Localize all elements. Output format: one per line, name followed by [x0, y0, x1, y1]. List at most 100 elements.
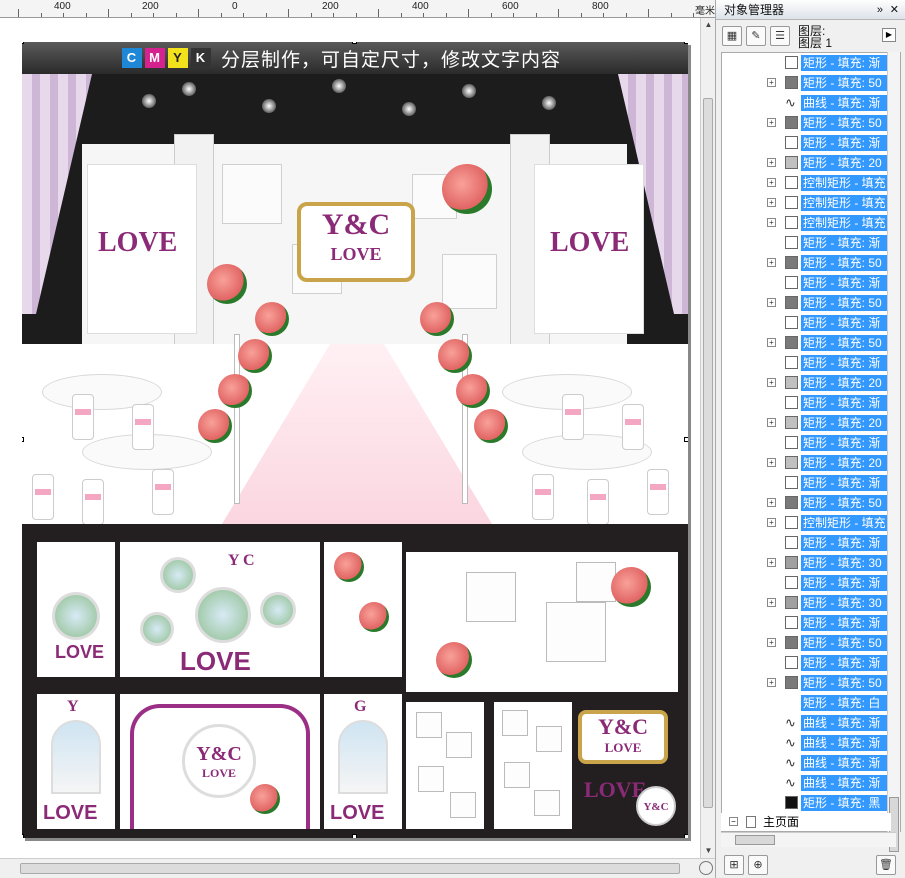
sign-panel-1[interactable]: LOVE [37, 542, 115, 677]
object-row[interactable]: + 控制矩形 - 填充 [722, 193, 900, 213]
yc-badge[interactable]: Y&C [636, 786, 676, 826]
expand-toggle[interactable]: + [767, 118, 776, 127]
expand-toggle[interactable]: + [767, 178, 776, 187]
object-row[interactable]: ∿ 曲线 - 填充: 渐 [722, 713, 900, 733]
expand-toggle[interactable]: + [767, 158, 776, 167]
tile-panel-1[interactable] [406, 702, 484, 829]
object-row[interactable]: + 矩形 - 填充: 50 [722, 493, 900, 513]
expand-toggle[interactable]: + [767, 258, 776, 267]
object-row[interactable]: + 矩形 - 填充: 50 [722, 633, 900, 653]
scroll-down-arrow[interactable]: ▼ [701, 844, 716, 858]
new-layer-icon[interactable]: ⊞ [724, 855, 744, 875]
close-icon[interactable]: ✕ [890, 0, 899, 20]
object-manager-docker[interactable]: 对象管理器 » ✕ ▦ ✎ ☰ 图层: 图层 1 ▶ 矩形 - 填充: 渐 + 矩形… [715, 0, 905, 878]
expand-toggle[interactable]: + [767, 418, 776, 427]
canvas-horizontal-scrollbar[interactable] [0, 858, 715, 878]
expand-toggle[interactable]: + [767, 598, 776, 607]
new-master-layer-icon[interactable]: ⊕ [748, 855, 768, 875]
collapse-icon[interactable]: » [877, 0, 883, 20]
selection-handle[interactable] [684, 42, 688, 44]
canvas-vertical-scrollbar[interactable]: ▲ ▼ [700, 18, 715, 858]
object-row[interactable]: 矩形 - 填充: 渐 [722, 433, 900, 453]
object-row[interactable]: + 矩形 - 填充: 50 [722, 253, 900, 273]
zoom-icon[interactable] [699, 861, 713, 875]
drawing-canvas[interactable]: CMYK 分层制作，可自定尺寸，修改文字内容 LOVE LOVE Y&C LOV… [0, 18, 700, 858]
object-row[interactable]: + 矩形 - 填充: 20 [722, 153, 900, 173]
expand-toggle[interactable]: + [767, 678, 776, 687]
expand-toggle[interactable]: + [767, 558, 776, 567]
selection-handle[interactable] [684, 437, 688, 442]
object-row[interactable]: 矩形 - 填充: 渐 [722, 313, 900, 333]
wedding-design-artboard[interactable]: CMYK 分层制作，可自定尺寸，修改文字内容 LOVE LOVE Y&C LOV… [22, 42, 688, 838]
expand-toggle[interactable]: + [767, 458, 776, 467]
expand-toggle[interactable]: + [767, 78, 776, 87]
object-row[interactable]: 矩形 - 填充: 渐 [722, 133, 900, 153]
object-row[interactable]: + 矩形 - 填充: 20 [722, 373, 900, 393]
expand-toggle[interactable]: + [767, 218, 776, 227]
object-row[interactable]: 矩形 - 填充: 渐 [722, 613, 900, 633]
object-row[interactable]: ∿ 曲线 - 填充: 渐 [722, 753, 900, 773]
expand-toggle[interactable]: + [767, 518, 776, 527]
delete-icon[interactable]: 🗑 [876, 855, 896, 875]
horizontal-ruler[interactable]: 400 200 0 200 400 600 800 毫米 [0, 0, 715, 18]
selection-handle[interactable] [352, 42, 357, 44]
object-row[interactable]: + 控制矩形 - 填充 [722, 173, 900, 193]
arch-photo-panel-1[interactable]: Y LOVE [37, 694, 115, 829]
backdrop-design-panel[interactable] [406, 552, 678, 692]
object-row[interactable]: + 矩形 - 填充: 50 [722, 673, 900, 693]
object-row[interactable]: 矩形 - 填充: 渐 [722, 233, 900, 253]
object-row[interactable]: 矩形 - 填充: 渐 [722, 393, 900, 413]
object-row[interactable]: + 控制矩形 - 填充 [722, 213, 900, 233]
object-row[interactable]: + 控制矩形 - 填充 [722, 513, 900, 533]
small-yc-sign[interactable]: Y&C LOVE [578, 710, 668, 764]
object-row[interactable]: 矩形 - 填充: 渐 [722, 533, 900, 553]
object-row[interactable]: 矩形 - 填充: 白 [722, 693, 900, 713]
selection-handle[interactable] [22, 42, 24, 44]
selection-handle[interactable] [22, 834, 24, 838]
selection-handle[interactable] [22, 437, 24, 442]
selection-handle[interactable] [352, 834, 357, 838]
object-tree-vertical-scrollbar[interactable] [887, 52, 900, 852]
object-row[interactable]: + 矩形 - 填充: 20 [722, 453, 900, 473]
photo-wall-panel[interactable]: Y C LOVE [120, 542, 320, 677]
scroll-thumb[interactable] [703, 98, 713, 808]
object-row[interactable]: 矩形 - 填充: 渐 [722, 353, 900, 373]
docker-menu-arrow-icon[interactable]: ▶ [882, 28, 896, 42]
object-row[interactable]: + 矩形 - 填充: 50 [722, 73, 900, 93]
collapse-toggle[interactable]: − [729, 817, 738, 826]
object-row[interactable]: ∿ 曲线 - 填充: 渐 [722, 93, 900, 113]
object-row[interactable]: 矩形 - 填充: 黑 [722, 793, 900, 813]
arch-photo-panel-2[interactable]: G LOVE [324, 694, 402, 829]
expand-toggle[interactable]: + [767, 498, 776, 507]
expand-toggle[interactable]: + [767, 638, 776, 647]
expand-toggle[interactable]: + [767, 338, 776, 347]
object-row[interactable]: + 矩形 - 填充: 30 [722, 553, 900, 573]
object-row[interactable]: + 矩形 - 填充: 30 [722, 593, 900, 613]
layer-manager-view-icon[interactable]: ☰ [770, 26, 790, 46]
object-row[interactable]: 矩形 - 填充: 渐 [722, 653, 900, 673]
wedding-stage-render[interactable]: LOVE LOVE Y&C LOVE [22, 74, 688, 524]
master-page-node[interactable]: − 主页面 [721, 813, 891, 831]
docker-title-bar[interactable]: 对象管理器 » ✕ [716, 0, 905, 20]
object-tree-horizontal-scrollbar[interactable] [721, 832, 896, 847]
scroll-up-arrow[interactable]: ▲ [701, 18, 716, 32]
object-row[interactable]: 矩形 - 填充: 渐 [722, 473, 900, 493]
object-row[interactable]: + 矩形 - 填充: 50 [722, 293, 900, 313]
object-row[interactable]: + 矩形 - 填充: 50 [722, 113, 900, 133]
center-stage-panel[interactable]: Y&C LOVE [120, 694, 320, 829]
object-row[interactable]: 矩形 - 填充: 渐 [722, 573, 900, 593]
object-row[interactable]: + 矩形 - 填充: 20 [722, 413, 900, 433]
expand-toggle[interactable]: + [767, 378, 776, 387]
object-row[interactable]: ∿ 曲线 - 填充: 渐 [722, 773, 900, 793]
object-tree[interactable]: 矩形 - 填充: 渐 + 矩形 - 填充: 50 ∿ 曲线 - 填充: 渐 + 矩形 - 填… [721, 52, 901, 832]
show-properties-icon[interactable]: ▦ [722, 26, 742, 46]
header-banner[interactable]: CMYK 分层制作，可自定尺寸，修改文字内容 [22, 42, 688, 74]
scroll-thumb[interactable] [20, 863, 680, 874]
object-row[interactable]: 矩形 - 填充: 渐 [722, 53, 900, 73]
scroll-thumb[interactable] [735, 835, 775, 845]
object-row[interactable]: 矩形 - 填充: 渐 [722, 273, 900, 293]
tile-panel-2[interactable] [494, 702, 572, 829]
expand-toggle[interactable]: + [767, 298, 776, 307]
expand-toggle[interactable]: + [767, 198, 776, 207]
flower-panel[interactable] [324, 542, 402, 677]
